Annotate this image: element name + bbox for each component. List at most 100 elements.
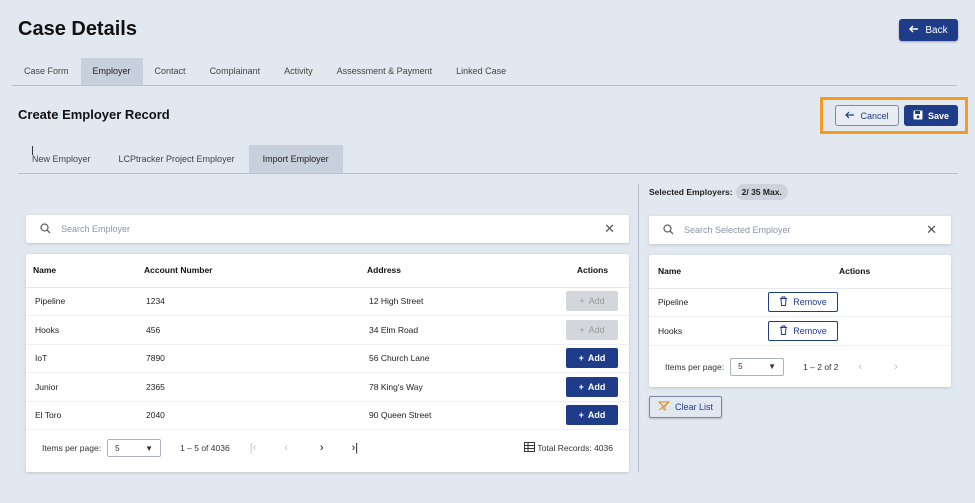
table-header-row: Name Account Number Address Actions <box>26 254 629 288</box>
employer-account: 2365 <box>137 372 360 402</box>
tab-employer[interactable]: Employer <box>80 58 143 86</box>
close-icon[interactable]: ✕ <box>604 221 615 237</box>
selected-search-input[interactable]: Search Selected Employer <box>684 225 916 235</box>
page-size-select[interactable]: 5 ▼ <box>730 357 785 376</box>
section-title: Create Employer Record <box>18 107 170 122</box>
search-icon <box>40 222 51 236</box>
selected-search-bar[interactable]: Search Selected Employer ✕ <box>649 216 951 244</box>
tab-activity[interactable]: Activity <box>272 58 325 86</box>
selected-employer-name: Hooks <box>649 316 759 346</box>
row-actions: + Add <box>549 315 629 345</box>
add-label: Add <box>587 353 606 364</box>
tab-complainant[interactable]: Complainant <box>198 58 273 86</box>
remove-button[interactable]: Remove <box>768 320 838 341</box>
employer-account: 1234 <box>137 287 360 316</box>
table-row: El Toro 2040 90 Queen Street + Add <box>26 401 629 430</box>
table-row: Pipeline Remove <box>649 288 951 317</box>
employer-subtabs: New Employer LCPtracker Project Employer… <box>18 145 343 173</box>
add-button[interactable]: + Add <box>566 319 618 340</box>
subtabs-divider <box>18 173 958 174</box>
page-title: Case Details <box>18 18 137 40</box>
row-actions: + Add <box>549 287 629 316</box>
employer-name: Pipeline <box>26 287 137 316</box>
column-header-name: Name <box>649 255 759 289</box>
trash-icon <box>779 325 788 337</box>
remove-button[interactable]: Remove <box>768 292 838 313</box>
tab-contact[interactable]: Contact <box>143 58 198 86</box>
subtab-import-employer[interactable]: Import Employer <box>248 145 343 173</box>
clear-list-button[interactable]: Clear List <box>649 396 722 418</box>
items-per-page-label: Items per page: <box>42 443 102 453</box>
search-input[interactable]: Search Employer <box>61 224 594 234</box>
employer-address: 90 Queen Street <box>360 401 549 430</box>
previous-page-icon[interactable]: ‹ <box>284 442 288 454</box>
column-header-actions: Actions <box>759 255 951 289</box>
selected-table: Name Actions Pipeline Remove Hooks Remov… <box>649 255 951 346</box>
employer-address: 78 King's Way <box>360 372 549 402</box>
first-page-icon[interactable]: |‹ <box>250 442 257 454</box>
caret-down-icon: ▼ <box>768 362 777 371</box>
trash-icon <box>779 296 788 308</box>
tab-assessment-payment[interactable]: Assessment & Payment <box>325 58 445 86</box>
panel-divider <box>638 184 639 472</box>
table-icon <box>524 442 536 454</box>
subtab-new-employer[interactable]: New Employer <box>18 145 105 173</box>
employers-table: Name Account Number Address Actions Pipe… <box>26 254 629 430</box>
selected-count-badge: 2/ 35 Max. <box>735 184 788 200</box>
page-range: 1 – 2 of 2 <box>803 361 839 372</box>
plus-icon: + <box>578 410 584 421</box>
page-size-value: 5 <box>115 443 120 453</box>
subtab-lcptracker-project-employer[interactable]: LCPtracker Project Employer <box>105 145 249 173</box>
column-header-account: Account Number <box>137 254 360 288</box>
plus-icon: + <box>579 296 585 307</box>
employers-table-card: Name Account Number Address Actions Pipe… <box>26 254 629 472</box>
employer-name: IoT <box>26 344 137 373</box>
page-range: 1 – 5 of 4036 <box>180 443 230 453</box>
add-button[interactable]: + Add <box>566 405 618 426</box>
employer-account: 2040 <box>137 401 360 430</box>
add-label: Add <box>587 381 606 392</box>
add-button[interactable]: + Add <box>566 348 618 369</box>
plus-icon: + <box>578 353 584 364</box>
previous-page-icon[interactable]: ‹ <box>859 361 863 373</box>
close-icon[interactable]: ✕ <box>926 222 937 238</box>
tabs-divider <box>12 85 957 86</box>
add-label: Add <box>588 296 605 307</box>
next-page-icon[interactable]: › <box>320 442 324 454</box>
last-page-icon[interactable]: ›| <box>352 442 359 454</box>
selected-table-card: Name Actions Pipeline Remove Hooks Remov… <box>649 255 951 387</box>
tab-case-form[interactable]: Case Form <box>12 58 81 86</box>
add-button[interactable]: + Add <box>566 376 618 397</box>
selected-employer-name: Pipeline <box>649 288 759 317</box>
employer-account: 7890 <box>137 344 360 373</box>
cancel-button[interactable]: Cancel <box>835 105 899 126</box>
selected-paginator: Items per page: 5 ▼ 1 – 2 of 2 ‹ › <box>649 346 951 388</box>
remove-label: Remove <box>793 325 827 336</box>
remove-label: Remove <box>793 297 827 308</box>
row-actions: + Add <box>549 401 629 430</box>
case-tabs: Case Form Employer Contact Complainant A… <box>12 58 518 86</box>
plus-icon: + <box>578 381 584 392</box>
items-per-page-label: Items per page: <box>665 361 725 372</box>
page-size-select[interactable]: 5 ▼ <box>107 439 162 457</box>
column-header-name: Name <box>26 254 137 288</box>
employers-paginator: Items per page: 5 ▼ 1 – 5 of 4036 |‹ ‹ ›… <box>26 430 629 466</box>
employer-address: 34 Elm Road <box>360 315 549 345</box>
back-button[interactable]: Back <box>899 19 958 41</box>
plus-icon: + <box>579 324 585 335</box>
employer-address: 56 Church Lane <box>360 344 549 373</box>
add-label: Add <box>587 410 606 421</box>
save-button[interactable]: Save <box>904 105 958 126</box>
employer-search-bar[interactable]: Search Employer ✕ <box>26 215 629 243</box>
employer-name: Hooks <box>26 315 137 345</box>
selected-employers-header: Selected Employers: 2/ 35 Max. <box>649 184 788 200</box>
cancel-label: Cancel <box>860 110 889 121</box>
next-page-icon[interactable]: › <box>894 361 898 373</box>
add-button[interactable]: + Add <box>566 291 618 312</box>
caret-down-icon: ▼ <box>145 443 154 453</box>
tab-linked-case[interactable]: Linked Case <box>444 58 518 86</box>
employer-address: 12 High Street <box>360 287 549 316</box>
table-header-row: Name Actions <box>649 255 951 289</box>
page-size-value: 5 <box>738 362 743 371</box>
table-row: IoT 7890 56 Church Lane + Add <box>26 344 629 373</box>
